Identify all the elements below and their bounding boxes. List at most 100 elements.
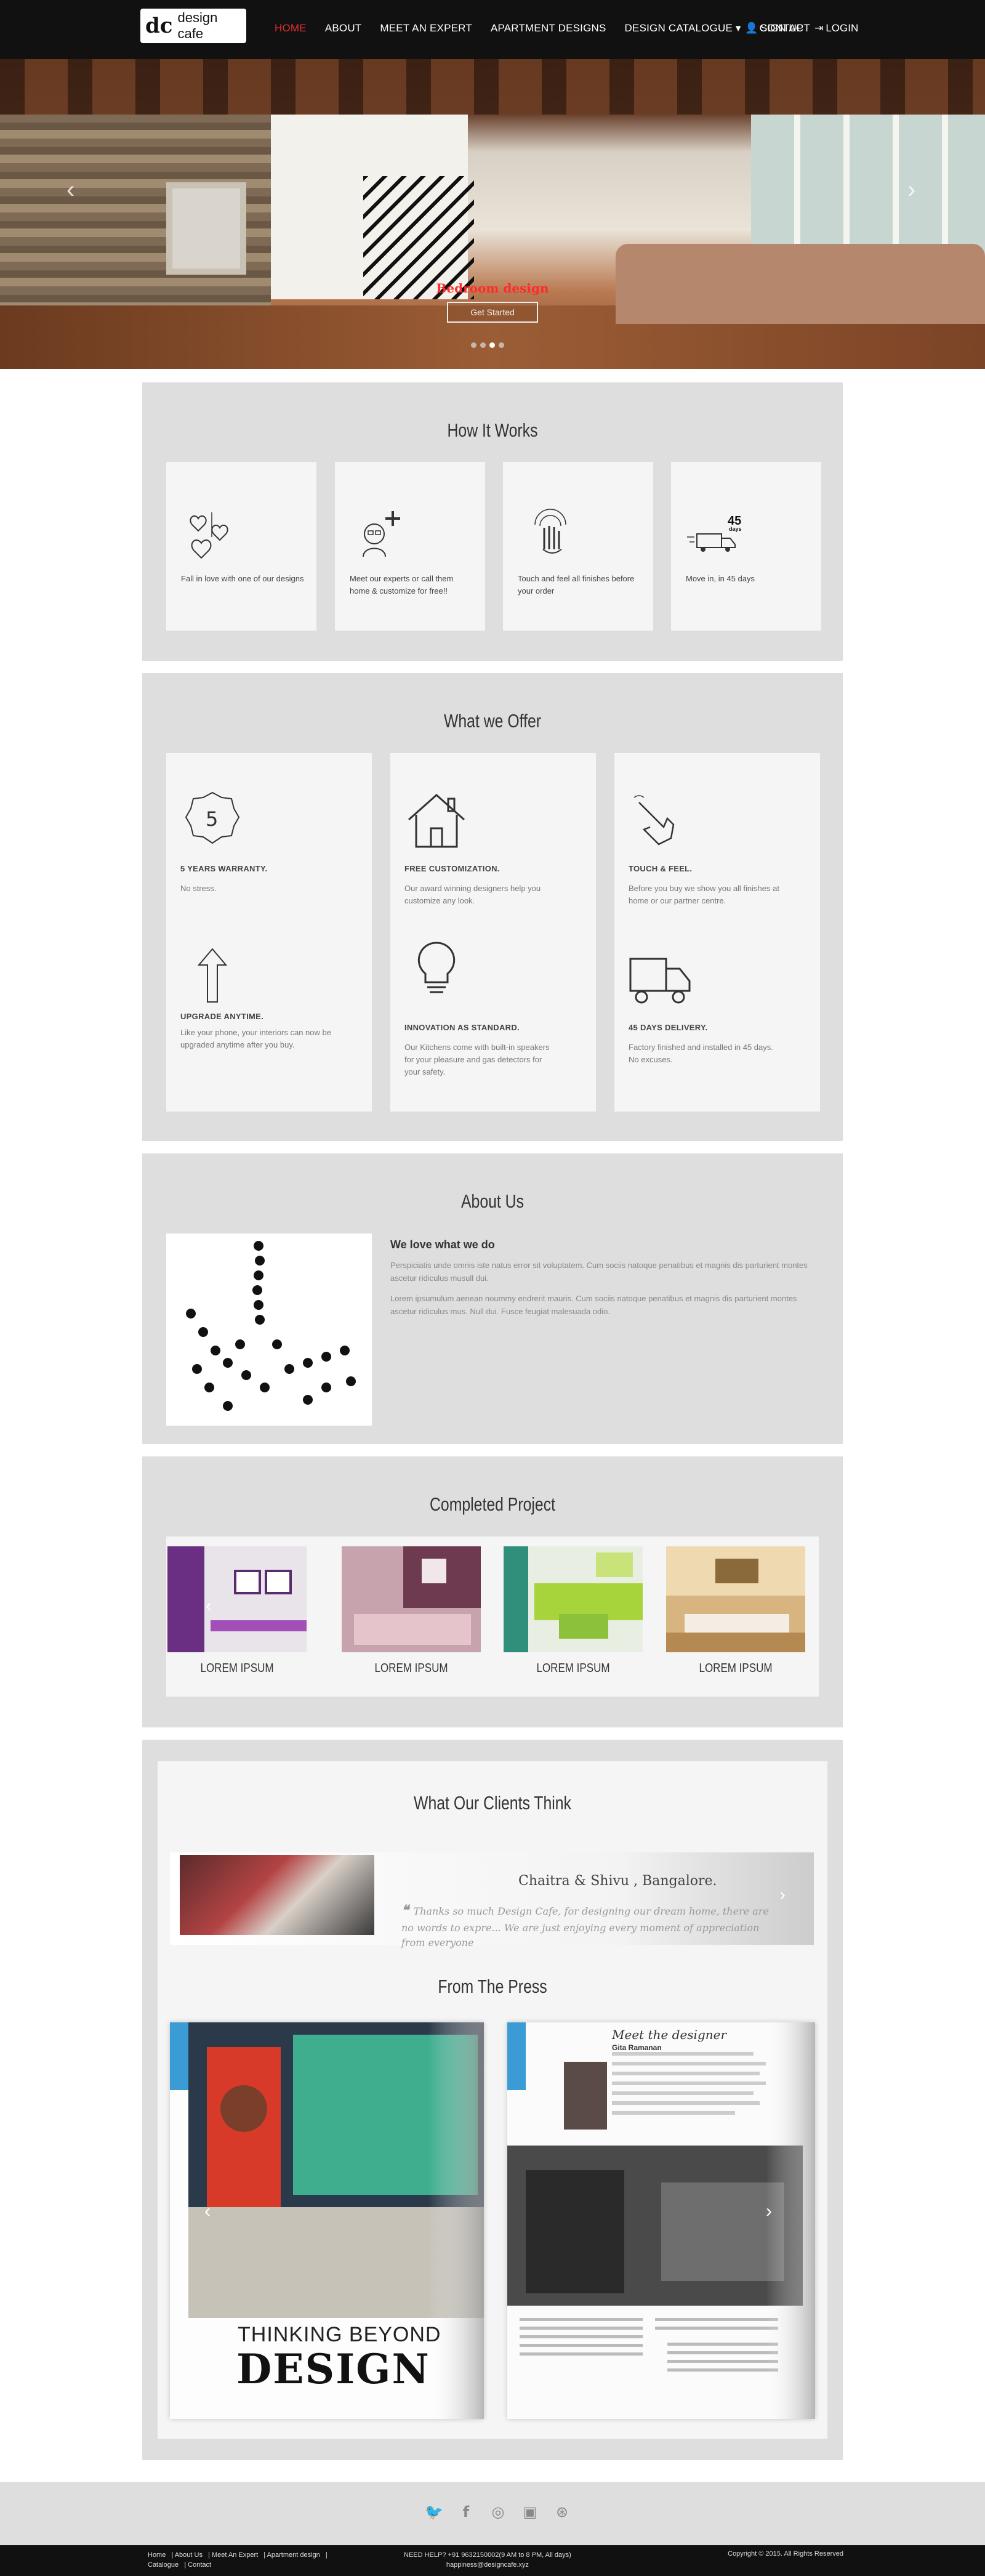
main-menu: HOME ABOUT MEET AN EXPERT APARTMENT DESI… (275, 22, 810, 34)
offer-column: FREE CUSTOMIZATION. Our award winning de… (390, 753, 596, 1112)
section-title: About Us (460, 1190, 524, 1212)
hero-caption: Bedroom design (436, 281, 549, 296)
step-text: Touch and feel all finishes before your … (518, 574, 635, 596)
clients-and-press-section: What Our Clients Think Chaitra & Shivu ,… (142, 1740, 843, 2460)
offer-text: No stress. (180, 884, 217, 893)
offer-column: 5 5 YEARS WARRANTY. No stress. UPGRADE A… (166, 753, 372, 1112)
offer-text: Our award winning designers help you cus… (404, 884, 541, 906)
footer-link-about[interactable]: About Us (175, 2551, 203, 2559)
step-text: Meet our experts or call them home & cus… (350, 574, 454, 596)
project-label: LOREM IPSUM (200, 1661, 274, 1675)
get-started-button[interactable]: Get Started (447, 302, 538, 323)
team-photo (166, 1233, 372, 1426)
footer-copyright: Copyright © 2015. All Rights Reserved (728, 2550, 843, 2558)
press-headline-small: THINKING BEYOND (238, 2323, 441, 2346)
testimonial-slide: Chaitra & Shivu , Bangalore. ❝ Thanks so… (170, 1852, 814, 1948)
footer-help-line: NEED HELP? +91 9632150002(9 AM to 8 PM, … (404, 2551, 571, 2559)
press-box: From The Press THINKING BEYOND DESIGN ‹ (158, 1948, 827, 2439)
hearts-icon (190, 512, 228, 559)
step-text: Move in, in 45 days (686, 574, 755, 583)
press-page-left[interactable]: THINKING BEYOND DESIGN ‹ (170, 2022, 484, 2419)
project-label: LOREM IPSUM (699, 1661, 773, 1675)
client-name: Chaitra & Shivu , Bangalore. (518, 1873, 717, 1889)
top-navbar: dc design cafe HOME ABOUT MEET AN EXPERT… (0, 0, 985, 59)
logo-mark: dc (145, 14, 173, 38)
carousel-dot[interactable] (480, 342, 486, 348)
press-headline-large: DESIGN (236, 2345, 430, 2393)
nav-home[interactable]: HOME (275, 22, 307, 34)
footer-link-apartment[interactable]: Apartment design (267, 2551, 320, 2559)
offer-heading: FREE CUSTOMIZATION. (404, 864, 500, 873)
project-card[interactable]: LOREM IPSUM (167, 1546, 309, 1676)
how-it-works-section: How It Works Fall in love with one of ou… (142, 382, 843, 661)
carousel-dot-active[interactable] (489, 342, 495, 348)
project-image (504, 1546, 643, 1652)
offer-text: Factory finished and installed in 45 day… (629, 1043, 773, 1065)
nav-design-catalogue[interactable]: DESIGN CATALOGUE ▾ (625, 22, 741, 34)
footer-links: Home | About Us | Meet An Expert | Apart… (148, 2551, 328, 2569)
project-card[interactable]: LOREM IPSUM (504, 1546, 645, 1676)
carousel-dot[interactable] (471, 342, 476, 348)
press-article-heading: Meet the designer (612, 2027, 727, 2042)
testimonial-next-icon[interactable]: › (779, 1884, 786, 1905)
project-card[interactable]: LOREM IPSUM (666, 1546, 808, 1676)
project-label: LOREM IPSUM (374, 1661, 448, 1675)
footer-bottom-bar: Home | About Us | Meet An Expert | Apart… (0, 2545, 985, 2576)
flickr-icon[interactable]: ▣ (521, 2503, 539, 2521)
press-next-icon[interactable]: › (766, 2201, 772, 2222)
testimonials-box: What Our Clients Think Chaitra & Shivu ,… (158, 1761, 827, 1948)
github-icon[interactable]: ⊛ (553, 2503, 571, 2521)
footer: 🐦 f ◎ ▣ ⊛ Home | About Us | Meet An Expe… (0, 2482, 985, 2576)
offer-heading: TOUCH & FEEL. (629, 864, 693, 873)
client-quote: ❝ Thanks so much Design Cafe, for design… (401, 1900, 783, 1950)
twitter-icon[interactable]: 🐦 (425, 2503, 443, 2521)
dribbble-icon[interactable]: ◎ (489, 2503, 507, 2521)
press-designer-name: Gita Ramanan (612, 2043, 662, 2052)
svg-text:days: days (729, 526, 742, 532)
login-link[interactable]: ⇥ LOGIN (814, 22, 858, 34)
quote-text: Thanks so much Design Cafe, for designin… (401, 1905, 769, 1948)
project-image (167, 1546, 307, 1652)
section-title: What we Offer (443, 710, 542, 732)
section-title: Completed Project (429, 1493, 555, 1515)
footer-link-catalogue[interactable]: Catalogue (148, 2561, 179, 2569)
offer-text: Before you buy we show you all finishes … (629, 884, 779, 906)
section-title: From The Press (438, 1976, 547, 1997)
login-label: LOGIN (826, 22, 859, 34)
hero-carousel[interactable]: Bedroom design Get Started ‹ › (0, 59, 985, 369)
auth-links: 👤 SIGN UP ⇥ LOGIN (745, 22, 858, 34)
project-prev-icon[interactable]: ‹ (206, 1596, 212, 1617)
truck-icon (629, 958, 691, 1004)
footer-contact: NEED HELP? +91 9632150002(9 AM to 8 PM, … (404, 2550, 571, 2570)
carousel-next-icon[interactable]: › (907, 176, 915, 204)
project-label: LOREM IPSUM (536, 1661, 610, 1675)
warranty-5-icon: 5 (185, 791, 240, 844)
nav-apartment-designs[interactable]: APARTMENT DESIGNS (491, 22, 606, 34)
footer-email[interactable]: happiness@designcafe.xyz (404, 2560, 571, 2570)
carousel-prev-icon[interactable]: ‹ (66, 176, 74, 204)
page: dc design cafe HOME ABOUT MEET AN EXPERT… (0, 0, 985, 2576)
nav-about[interactable]: ABOUT (325, 22, 362, 34)
truck-45-days-icon: 45 days (687, 514, 742, 552)
user-icon: 👤 (745, 22, 758, 34)
signup-link[interactable]: 👤 SIGN UP (745, 22, 803, 34)
project-card[interactable]: LOREM IPSUM (342, 1546, 483, 1676)
social-links: 🐦 f ◎ ▣ ⊛ (425, 2503, 571, 2521)
nav-meet-an-expert[interactable]: MEET AN EXPERT (380, 22, 472, 34)
carousel-dot[interactable] (499, 342, 504, 348)
about-heading: We love what we do (390, 1238, 495, 1251)
svg-text:5: 5 (206, 807, 218, 831)
footer-link-expert[interactable]: Meet An Expert (212, 2551, 258, 2559)
what-we-offer-section: What we Offer 5 5 YEARS WARRANTY. No str… (142, 673, 843, 1141)
footer-link-contact[interactable]: Contact (188, 2561, 211, 2569)
project-carousel: LOREM IPSUM LOREM IPSUM LOREM IPSUM LORE… (166, 1536, 819, 1697)
footer-link-home[interactable]: Home (148, 2551, 166, 2559)
facebook-icon[interactable]: f (457, 2503, 475, 2521)
completed-project-section: Completed Project LOREM IPSUM LOREM IPSU… (142, 1456, 843, 1727)
offer-heading: 5 YEARS WARRANTY. (180, 864, 268, 873)
press-prev-icon[interactable]: ‹ (204, 2201, 211, 2222)
carousel-indicators (471, 342, 504, 348)
press-page-right[interactable]: Meet the designer Gita Ramanan › (507, 2022, 815, 2419)
brand-logo[interactable]: dc design cafe (140, 9, 246, 43)
about-paragraph-2: Lorem ipsumulum aenean noummy endrerit m… (390, 1294, 797, 1316)
